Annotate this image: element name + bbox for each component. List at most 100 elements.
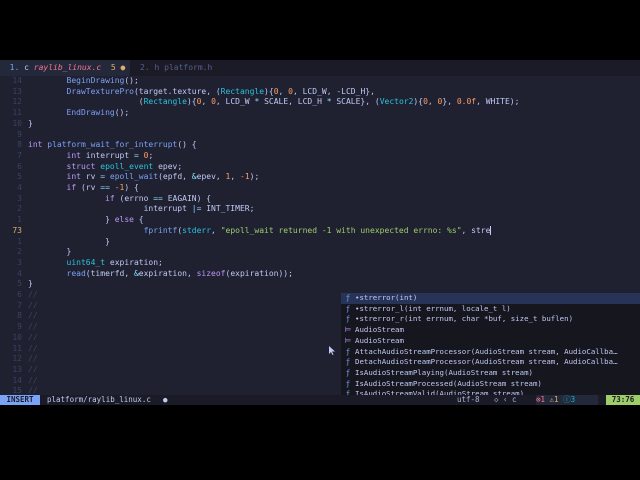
code-token: if [105, 193, 115, 203]
code-text: if (rv == -1) { [28, 183, 139, 194]
tab-raylib-linux[interactable]: 1. c raylib_linux.c 5 ● [0, 60, 130, 76]
tab-index: 1. [9, 63, 20, 72]
code-token: rv [80, 172, 101, 182]
completion-label: •strerror_l(int errnum, locale_t l) [355, 303, 511, 313]
code-text: fprintf(stderr, "epoll_wait returned -1 … [28, 225, 492, 237]
line-number: 6 [17, 161, 22, 171]
code-token: BeginDrawing [66, 76, 125, 85]
code-token: LCD_H}, [341, 86, 375, 96]
code-token: epoll_event [100, 161, 154, 171]
code-line[interactable]: 2 interrupt |= INT_TIMER; [0, 204, 640, 215]
code-token: Rectangle [220, 86, 265, 96]
line-number: 5 [17, 279, 22, 289]
code-line[interactable]: 3 if (errno == EAGAIN) { [0, 194, 640, 205]
diagnostics-summary[interactable]: ⊗1 ⚠1 ⓘ3 [536, 395, 598, 405]
warning-count: ⚠1 [549, 395, 559, 404]
code-token: fprintf [143, 225, 178, 235]
code-token: // [28, 375, 38, 385]
code-line[interactable]: 5} [0, 279, 640, 290]
statusline-filename: platform/raylib_linux.c [47, 395, 151, 404]
code-line[interactable]: 11 EndDrawing(); [0, 108, 640, 119]
code-token: , [211, 225, 221, 235]
code-text: BeginDrawing(); [28, 76, 139, 87]
code-line[interactable]: 5 int rv = epoll_wait(epfd, &epev, 1, -1… [0, 172, 640, 183]
completion-item[interactable]: ƒ AttachAudioStreamProcessor(AudioStream … [341, 347, 640, 358]
line-number: 14 [12, 76, 22, 85]
code-token: -1 [240, 172, 250, 182]
line-number: 2 [17, 204, 22, 214]
line-number: 2 [17, 247, 22, 257]
code-token: } [28, 236, 110, 246]
code-token: ); [249, 172, 260, 182]
line-number: 13 [12, 86, 22, 96]
code-token: { [133, 215, 144, 225]
code-line[interactable]: 1 } [0, 237, 640, 248]
code-line[interactable]: 2 } [0, 247, 640, 258]
code-text: // [28, 322, 38, 333]
struct-kind-icon: ⊨ [344, 325, 352, 335]
code-text: // [28, 376, 38, 387]
code-line[interactable]: 4 read(timerfd, &expiration, sizeof(expi… [0, 269, 640, 280]
completion-item[interactable]: ƒ •strerror(int) [341, 293, 640, 304]
code-token: () { [177, 140, 197, 150]
code-text: // [28, 301, 38, 312]
code-token: int [66, 172, 81, 182]
code-line[interactable]: 10} [0, 119, 640, 130]
code-token: uint64_t [66, 257, 106, 267]
code-token: int [28, 140, 43, 150]
completion-item[interactable]: ƒ •strerror_l(int errnum, locale_t l) [341, 304, 640, 315]
completion-item[interactable]: ƒ IsAudioStreamPlaying(AudioStream stream… [341, 368, 640, 379]
line-number: 12 [12, 97, 22, 107]
line-number: 5 [17, 172, 22, 182]
code-line[interactable]: 4 if (rv == -1) { [0, 183, 640, 194]
line-number: 7 [17, 300, 22, 310]
code-line[interactable]: 3 uint64_t expiration; [0, 258, 640, 269]
code-line[interactable]: 7 int interrupt = 0; [0, 151, 640, 162]
code-token: , [230, 172, 240, 182]
statusline-modified-indicator: ● [163, 395, 168, 404]
line-number: 11 [12, 343, 22, 353]
code-line[interactable]: 73 fprintf(stderr, "epoll_wait returned … [0, 225, 640, 237]
code-line[interactable]: 14 BeginDrawing(); [0, 76, 640, 87]
code-text: // [28, 354, 38, 365]
line-number: 13 [12, 364, 22, 374]
code-token: interrupt [28, 204, 192, 214]
code-line[interactable]: 12 (Rectangle){0, 0, LCD_W * SCALE, LCD_… [0, 97, 640, 108]
code-text: struct epoll_event epev; [28, 161, 183, 173]
code-token: expiration; [105, 257, 163, 267]
tab-index: 2. [140, 63, 150, 72]
code-line[interactable]: 9 [0, 130, 640, 141]
code-token: // [28, 311, 38, 321]
line-number: 10 [12, 332, 22, 342]
code-line[interactable]: 8 int platform_wait_for_interrupt() { [0, 140, 640, 151]
code-token: stderr [182, 225, 212, 235]
completion-menu[interactable]: ƒ •strerror(int) ƒ •strerror_l(int errnum, … [341, 293, 640, 403]
function-kind-icon: ƒ [345, 378, 351, 388]
code-token: , [201, 97, 212, 107]
code-token: , stre [461, 225, 491, 235]
code-token: "epoll_wait returned -1 with unexpected … [220, 225, 462, 235]
completion-item[interactable]: ⊨ AudioStream [341, 336, 640, 347]
code-token: 0.0f [456, 97, 477, 107]
code-token: // [28, 343, 38, 353]
tab-platform-h[interactable]: 2. h platform.h [140, 60, 212, 76]
completion-item[interactable]: ƒ •strerror_r(int errnum, char *buf, size… [341, 314, 640, 325]
completion-item[interactable]: ƒ IsAudioStreamProcessed(AudioStream stre… [341, 379, 640, 390]
line-number: 8 [17, 311, 22, 321]
error-count: ⊗1 [536, 395, 546, 404]
code-line[interactable]: 1 } else { [0, 215, 640, 226]
file-encoding: utf-8 [457, 395, 480, 404]
completion-label: AttachAudioStreamProcessor(AudioStream s… [355, 346, 618, 356]
code-line[interactable]: 13 DrawTexturePro(target.texture, (Recta… [0, 87, 640, 98]
line-number: 4 [17, 268, 22, 278]
code-token: read [66, 268, 86, 278]
code-token: , LCD_W, [292, 86, 337, 96]
line-number: 10 [12, 118, 22, 128]
code-token: epev; [153, 161, 183, 171]
code-line[interactable]: 6 struct epoll_event epev; [0, 162, 640, 173]
completion-item[interactable]: ⊨ AudioStream [341, 325, 640, 336]
completion-item[interactable]: ƒ DetachAudioStreamProcessor(AudioStream … [341, 357, 640, 368]
